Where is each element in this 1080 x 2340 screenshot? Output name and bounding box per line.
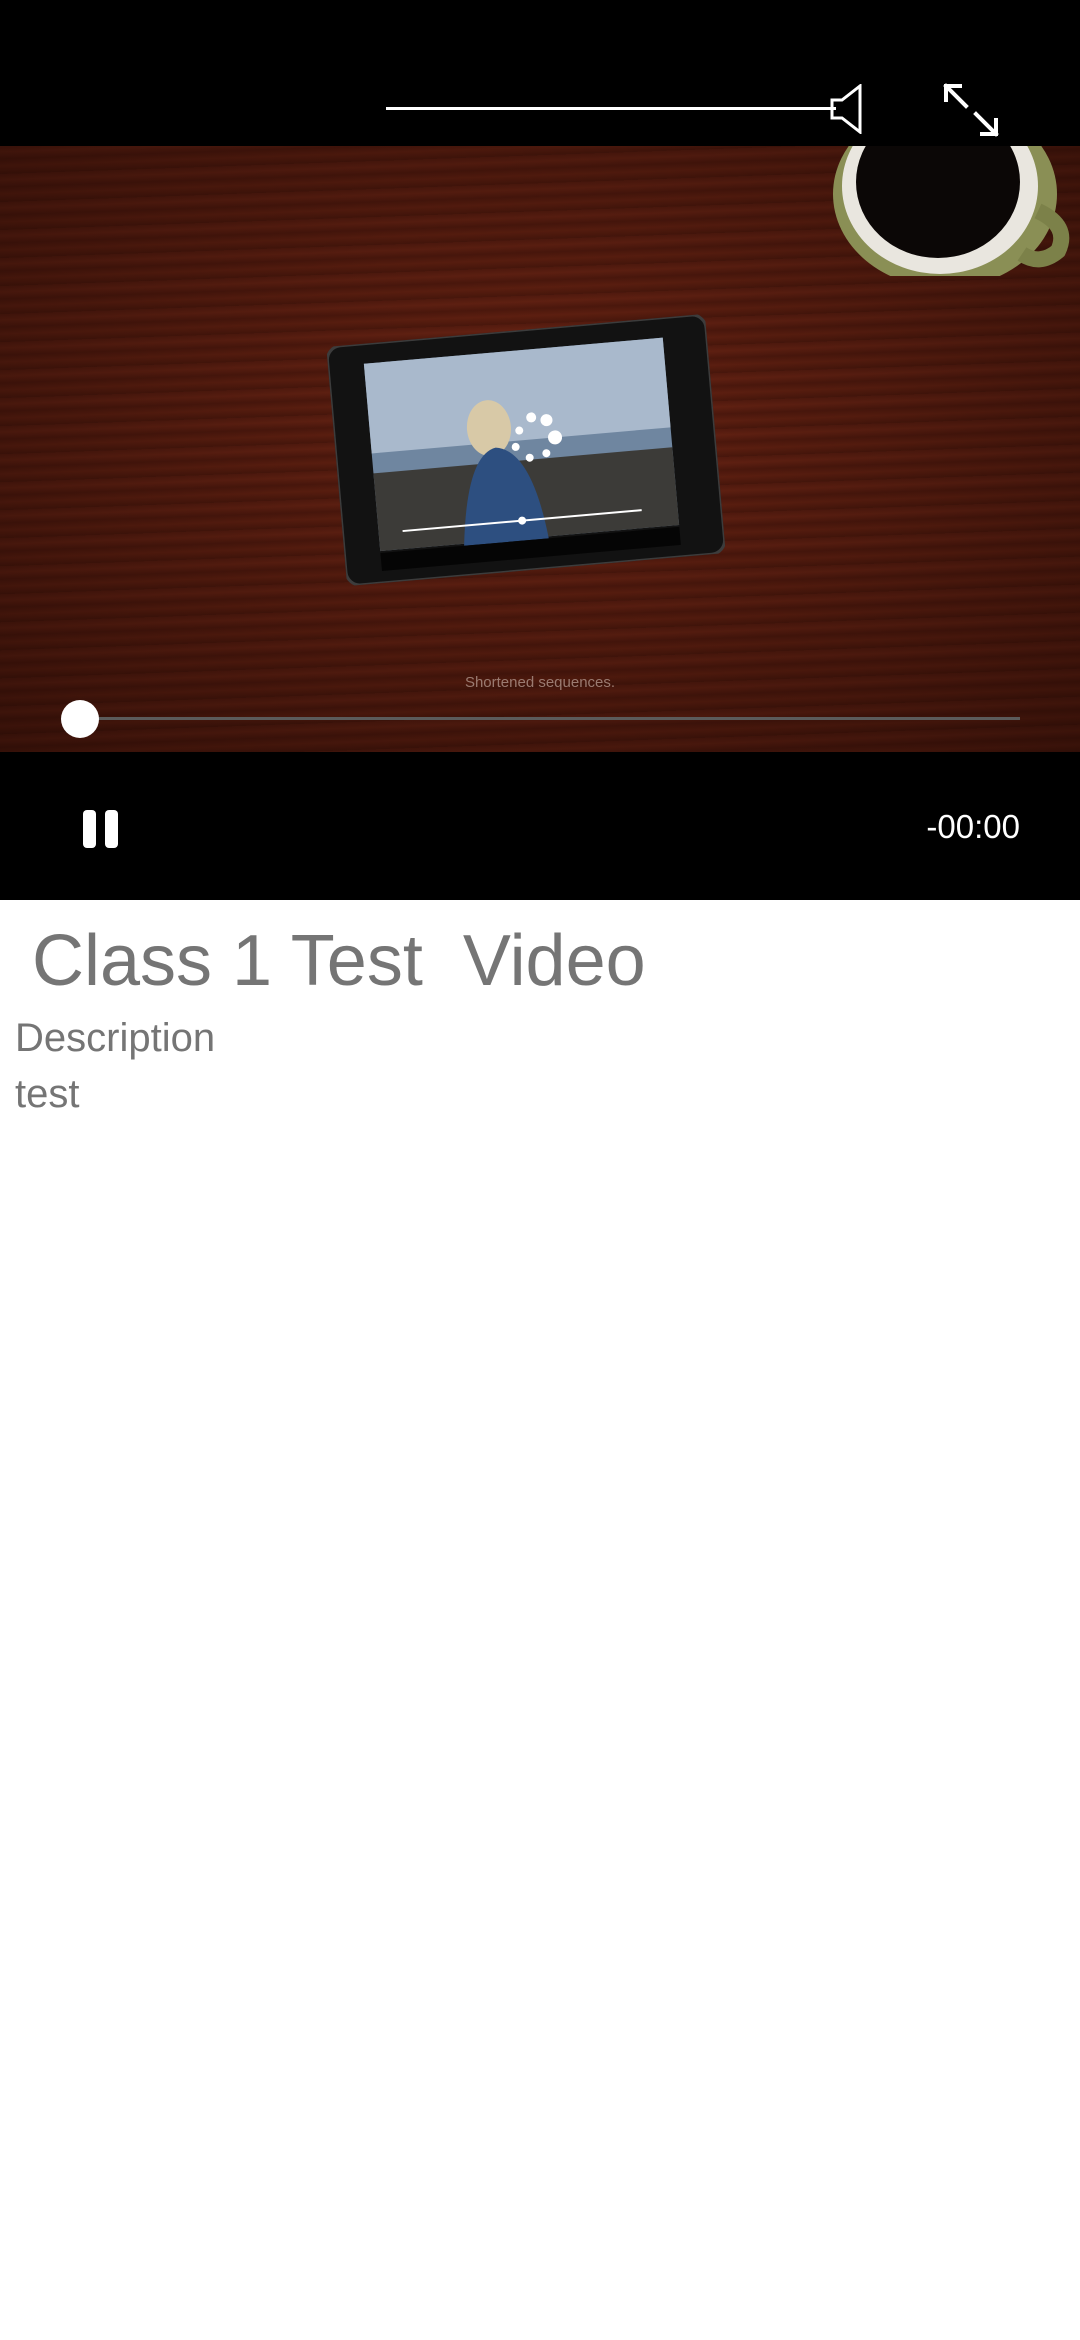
pause-icon-bar bbox=[105, 810, 118, 848]
seek-thumb[interactable] bbox=[61, 700, 99, 738]
volume-slider[interactable] bbox=[386, 107, 836, 110]
pause-icon bbox=[83, 810, 96, 848]
description-text: test bbox=[15, 1072, 80, 1116]
tablet-image bbox=[326, 313, 726, 587]
volume-icon[interactable] bbox=[830, 84, 864, 134]
video-player[interactable]: Shortened sequences. -00:00 bbox=[0, 0, 1080, 900]
video-title: Class 1 Test Video bbox=[32, 921, 646, 1001]
coffee-mug-image bbox=[833, 146, 1070, 276]
time-remaining: -00:00 bbox=[926, 808, 1020, 845]
fullscreen-icon[interactable] bbox=[942, 82, 1000, 138]
seek-bar[interactable] bbox=[80, 717, 1020, 720]
top-control-bar bbox=[0, 0, 1080, 146]
pause-button[interactable] bbox=[78, 810, 126, 850]
video-caption: Shortened sequences. bbox=[464, 674, 616, 691]
description-label: Description bbox=[15, 1016, 216, 1060]
